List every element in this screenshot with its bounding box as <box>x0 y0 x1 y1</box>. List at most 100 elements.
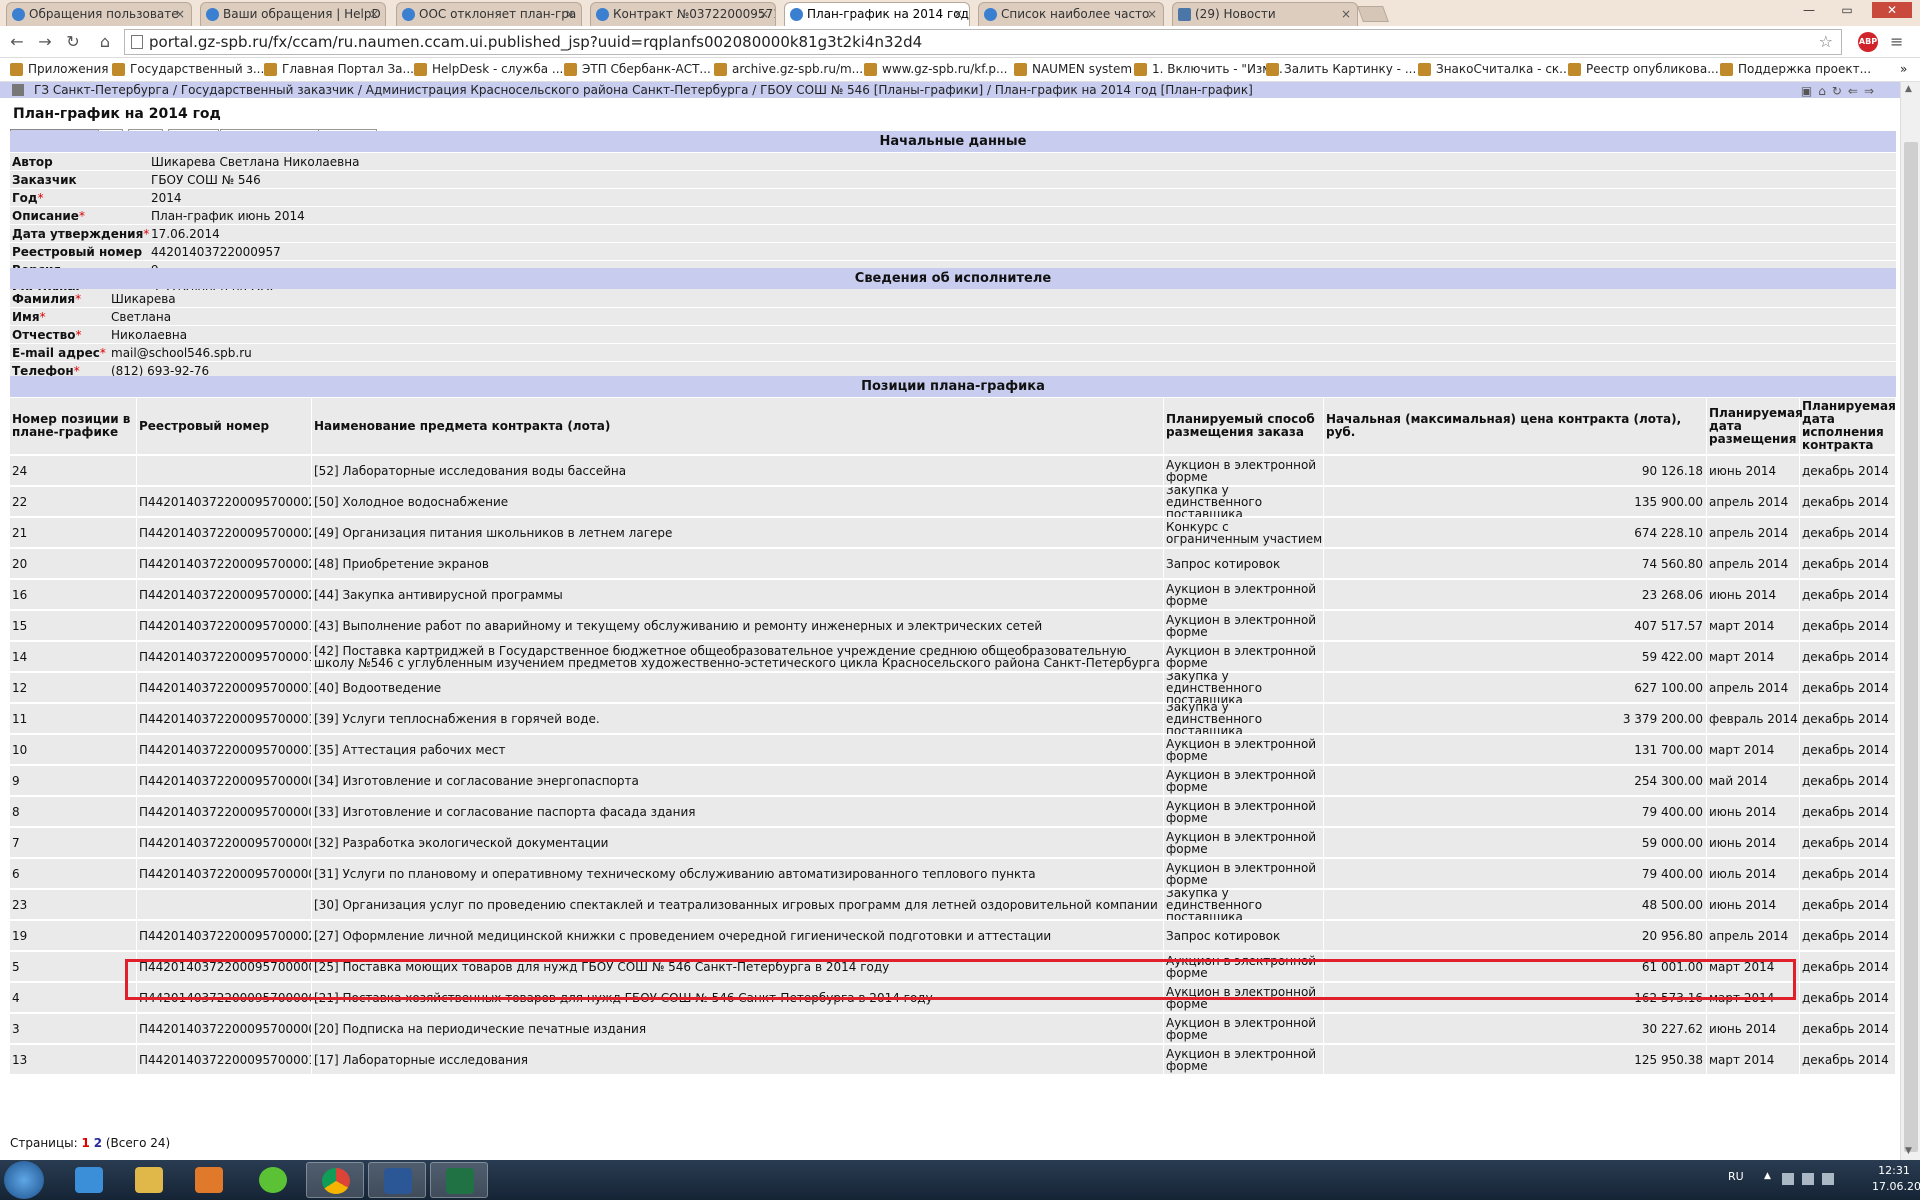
table-row[interactable]: 23 [30] Организация услуг по проведению с… <box>10 890 1896 920</box>
maximize-button[interactable]: ▭ <box>1834 2 1860 18</box>
table-row[interactable]: 6 П44201403722000957000006 [31] Услуги по … <box>10 859 1896 889</box>
browser-tab[interactable]: Контракт №037220009571 × <box>590 2 776 26</box>
bookmark-item[interactable]: Залить Картинку - ... <box>1266 62 1416 76</box>
adblock-icon[interactable]: ABP <box>1858 32 1878 52</box>
field-label-text: Дата утверждения <box>12 227 144 241</box>
clock[interactable]: 12:31 17.06.2014 <box>1872 1163 1920 1195</box>
new-tab-button[interactable] <box>1357 6 1389 22</box>
start-button[interactable] <box>4 1161 44 1199</box>
excel-taskbar-button[interactable] <box>430 1162 488 1198</box>
bookmark-star-icon[interactable]: ☆ <box>1819 30 1833 54</box>
reload-icon[interactable]: ↻ <box>62 32 84 52</box>
page-scrollbar[interactable]: ▲ ▼ <box>1900 82 1920 1160</box>
bookmark-item[interactable]: Реестр опубликова... <box>1568 62 1719 76</box>
table-row[interactable]: 12 П44201403722000957000012 [40] Водоотвед… <box>10 673 1896 703</box>
table-cell: Аукцион в электронной форме <box>1164 828 1324 858</box>
bookmark-item[interactable]: ЭТП Сбербанк-АСТ... <box>564 62 711 76</box>
table-row[interactable]: 3 П44201403722000957000003 [20] Подписка н… <box>10 1014 1896 1044</box>
back-icon[interactable]: ← <box>6 32 28 52</box>
table-cell: [48] Приобретение экранов <box>312 549 1164 579</box>
network-icon[interactable] <box>1802 1173 1814 1185</box>
address-bar[interactable]: portal.gz-spb.ru/fx/ccam/ru.naumen.ccam.… <box>124 29 1842 55</box>
home-icon[interactable]: ⌂ <box>94 32 116 52</box>
browser-tab[interactable]: Ваши обращения | HelpD × <box>200 2 386 26</box>
table-cell: декабрь 2014 <box>1800 735 1896 765</box>
pager-page-2[interactable]: 2 <box>94 1136 102 1150</box>
close-tab-icon[interactable]: × <box>1147 3 1157 25</box>
browser-tab[interactable]: Обращения пользовате × <box>6 2 192 26</box>
table-row[interactable]: 24 [52] Лабораторные исследования воды ба… <box>10 456 1896 486</box>
scroll-down-icon[interactable]: ▼ <box>1905 1146 1912 1156</box>
field-label-text: E-mail адрес <box>12 346 100 360</box>
scrollbar-thumb[interactable] <box>1904 142 1918 1152</box>
flag-icon[interactable] <box>1782 1173 1794 1185</box>
table-cell: декабрь 2014 <box>1800 611 1896 641</box>
close-tab-icon[interactable]: × <box>759 3 769 25</box>
toolbar-icons[interactable]: ▣⌂↻⇐⇒ <box>1801 83 1880 99</box>
table-cell: П44201403722000957000009 <box>137 766 312 796</box>
breadcrumb-text[interactable]: ГЗ Санкт-Петербурга / Государственный за… <box>34 83 1253 97</box>
table-row[interactable]: 16 П44201403722000957000020 [44] Закупка а… <box>10 580 1896 610</box>
table-row[interactable]: 9 П44201403722000957000009 [34] Изготовлен… <box>10 766 1896 796</box>
field-row: Год* 2014 <box>10 189 1896 207</box>
bookmark-item[interactable]: archive.gz-spb.ru/m... <box>714 62 863 76</box>
table-row[interactable]: 21 П44201403722000957000025 [49] Организац… <box>10 518 1896 548</box>
bookmark-item[interactable]: Поддержка проект... <box>1720 62 1871 76</box>
minimize-button[interactable]: — <box>1796 2 1822 18</box>
close-tab-icon[interactable]: × <box>369 3 379 25</box>
close-tab-icon[interactable]: × <box>175 3 185 25</box>
table-cell: [17] Лабораторные исследования <box>312 1045 1164 1075</box>
scroll-up-icon[interactable]: ▲ <box>1905 84 1912 94</box>
icq-taskbar-button[interactable] <box>244 1162 302 1198</box>
bookmark-item[interactable]: 1. Включить - "Изм... <box>1134 62 1283 76</box>
close-tab-icon[interactable]: × <box>1341 3 1351 25</box>
close-tab-icon[interactable]: × <box>953 3 963 25</box>
browser-tab-title: (29) Новости <box>1195 7 1276 21</box>
bookmark-item[interactable]: NAUMEN system <box>1014 62 1132 76</box>
table-row[interactable]: 22 П44201403722000957000026 [50] Холодное … <box>10 487 1896 517</box>
browser-tab[interactable]: План-график на 2014 год × <box>784 2 970 26</box>
bookmark-item[interactable]: Главная Портал За... <box>264 62 414 76</box>
bookmark-item[interactable]: Государственный з... <box>112 62 264 76</box>
table-row[interactable]: 11 П44201403722000957000011 [39] Услуги те… <box>10 704 1896 734</box>
word-taskbar-button[interactable] <box>368 1162 426 1198</box>
bookmark-item[interactable]: www.gz-spb.ru/kf.p... <box>864 62 1007 76</box>
language-indicator[interactable]: RU <box>1728 1170 1744 1183</box>
table-cell: апрель 2014 <box>1707 518 1800 548</box>
close-window-button[interactable]: ✕ <box>1872 2 1912 18</box>
explorer-taskbar-button[interactable] <box>120 1162 178 1198</box>
table-row[interactable]: 13 П44201403722000957000013 [17] Лаборатор… <box>10 1045 1896 1075</box>
media-taskbar-button[interactable] <box>180 1162 238 1198</box>
table-row[interactable]: 10 П44201403722000957000010 [35] Аттестаци… <box>10 735 1896 765</box>
table-row[interactable]: 8 П44201403722000957000008 [33] Изготовлен… <box>10 797 1896 827</box>
table-row[interactable]: 7 П44201403722000957000007 [32] Разработка… <box>10 828 1896 858</box>
bookmark-item[interactable]: HelpDesk - служба ... <box>414 62 563 76</box>
browser-tab[interactable]: ООС отклоняет план-гра × <box>396 2 582 26</box>
table-row[interactable]: 19 П44201403722000957000023 [27] Оформлени… <box>10 921 1896 951</box>
tray-expand-icon[interactable]: ▲ <box>1764 1171 1771 1181</box>
bookmarks-more-icon[interactable]: » <box>1900 62 1907 76</box>
table-row[interactable]: 14 П44201403722000957000015 [42] Поставка … <box>10 642 1896 672</box>
table-cell: 16 <box>10 580 137 610</box>
close-tab-icon[interactable]: × <box>565 3 575 25</box>
table-cell: 19 <box>10 921 137 951</box>
bookmark-label: NAUMEN system <box>1032 62 1133 76</box>
forward-icon[interactable]: → <box>34 32 56 52</box>
field-label-text: Год <box>12 191 38 205</box>
volume-icon[interactable] <box>1822 1173 1834 1185</box>
field-row: Дата утверждения* 17.06.2014 <box>10 225 1896 243</box>
table-row[interactable]: 15 П44201403722000957000019 [43] Выполнени… <box>10 611 1896 641</box>
chrome-taskbar-button[interactable] <box>306 1162 364 1198</box>
browser-tab[interactable]: (29) Новости × <box>1172 2 1358 26</box>
table-row[interactable]: 20 П44201403722000957000024 [48] Приобрете… <box>10 549 1896 579</box>
table-cell: П44201403722000957000013 <box>137 1045 312 1075</box>
bookmark-item[interactable]: Приложения <box>10 62 109 76</box>
table-cell: [30] Организация услуг по проведению спе… <box>312 890 1164 920</box>
ie-taskbar-button[interactable] <box>60 1162 118 1198</box>
breadcrumb: ГЗ Санкт-Петербурга / Государственный за… <box>0 82 1900 98</box>
browser-tab[interactable]: Список наиболее часто × <box>978 2 1164 26</box>
menu-icon[interactable]: ≡ <box>1890 32 1903 51</box>
vk-icon <box>1178 8 1191 21</box>
bookmark-item[interactable]: ЗнакоСчиталка - ск... <box>1418 62 1571 76</box>
pager-page-1[interactable]: 1 <box>82 1136 90 1150</box>
